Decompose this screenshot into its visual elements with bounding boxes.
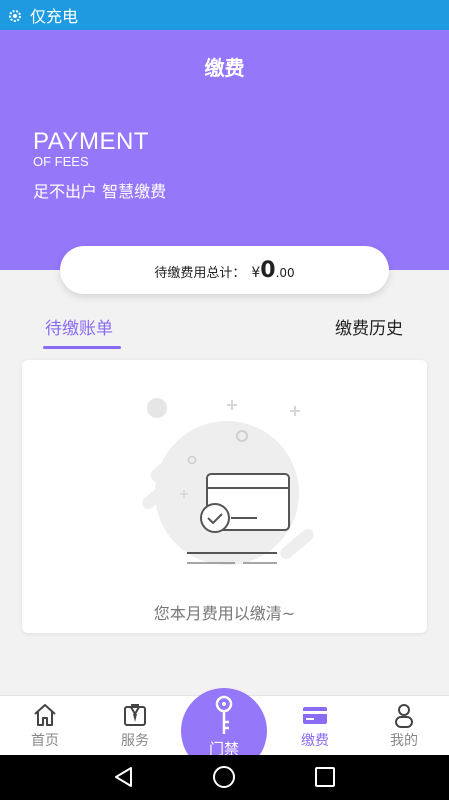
nav-item-bill[interactable]: 缴费 bbox=[270, 696, 360, 756]
currency-symbol: ¥ bbox=[251, 265, 261, 281]
nav-label-home: 首页 bbox=[31, 733, 59, 749]
total-fee-card: 待缴费用总计： ¥ 0 .00 bbox=[60, 246, 389, 294]
user-icon bbox=[395, 704, 413, 728]
service-suit-icon bbox=[124, 704, 146, 726]
total-amount-integer: 0 bbox=[260, 258, 276, 283]
settings-gear-icon bbox=[8, 8, 22, 22]
nav-item-mine[interactable]: 我的 bbox=[359, 696, 449, 756]
home-icon bbox=[34, 704, 56, 726]
page-title: 缴费 bbox=[204, 56, 245, 80]
back-triangle-icon[interactable] bbox=[112, 765, 136, 793]
nav-item-service[interactable]: 服务 bbox=[90, 696, 180, 756]
home-circle-icon[interactable] bbox=[212, 765, 236, 793]
system-nav-bar bbox=[0, 755, 449, 800]
header-banner: 缴费 PAYMENT OF FEES 足不出户 智慧缴费 bbox=[0, 30, 449, 270]
tab-payment-history[interactable]: 缴费历史 bbox=[335, 314, 403, 339]
card-icon bbox=[303, 707, 327, 724]
nav-item-home[interactable]: 首页 bbox=[0, 696, 90, 756]
total-fee-label: 待缴费用总计： bbox=[154, 266, 246, 281]
recents-square-icon[interactable] bbox=[313, 765, 337, 793]
total-amount-decimal: .00 bbox=[275, 266, 295, 280]
empty-state-message: 您本月费用以缴清~ bbox=[153, 604, 296, 623]
card-paid-check-icon bbox=[137, 388, 317, 588]
tab-pending-bills[interactable]: 待缴账单 bbox=[45, 314, 113, 339]
english-subtitle: OF FEES bbox=[33, 154, 89, 169]
status-bar: 仅充电 bbox=[0, 0, 449, 30]
english-title: PAYMENT bbox=[33, 128, 149, 155]
slogan: 足不出户 智慧缴费 bbox=[33, 182, 167, 201]
nav-label-mine: 我的 bbox=[390, 733, 418, 749]
empty-bill-card: 您本月费用以缴清~ bbox=[22, 360, 427, 633]
status-app-name: 仅充电 bbox=[30, 7, 79, 26]
key-icon bbox=[215, 695, 233, 734]
nav-label-bill: 缴费 bbox=[301, 733, 329, 749]
active-tab-indicator bbox=[43, 346, 121, 349]
nav-label-service: 服务 bbox=[121, 733, 149, 749]
bill-tabs: 待缴账单 缴费历史 bbox=[0, 306, 449, 352]
